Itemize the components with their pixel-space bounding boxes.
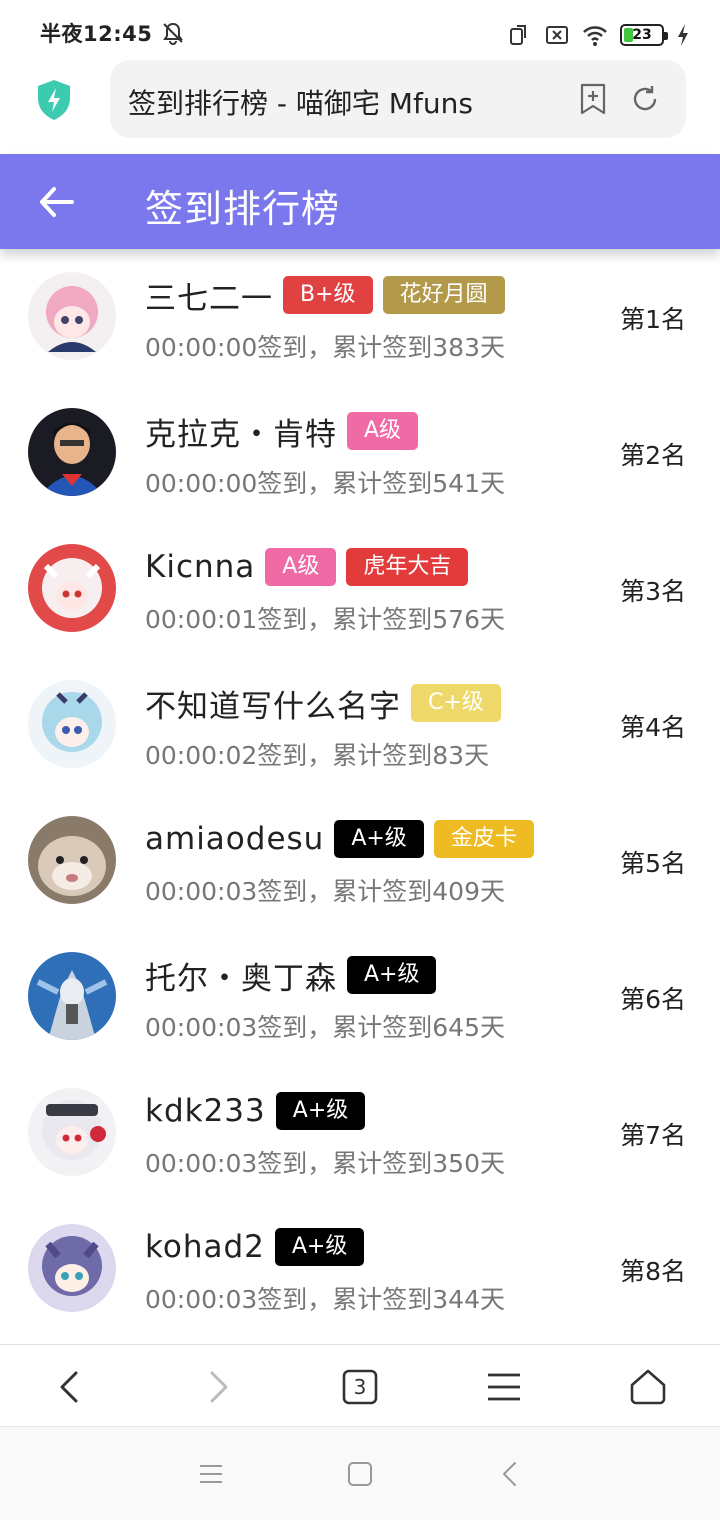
page-title: 签到排行榜 — [145, 187, 341, 231]
avatar[interactable] — [28, 952, 116, 1040]
level-badge: C+级 — [411, 684, 501, 722]
url-field[interactable]: 签到排行榜 - 喵御宅 Mfuns — [110, 60, 686, 138]
list-item[interactable]: Kicnna A级 虎年大吉 00:00:01签到，累计签到576天 第3名 — [0, 522, 720, 658]
name-line: 克拉克・肯特 A级 — [145, 409, 419, 454]
status-icons: 23 — [506, 20, 690, 50]
user-name[interactable]: amiaodesu — [145, 821, 324, 857]
status-time: 半夜12:45 — [40, 22, 153, 46]
charging-icon — [678, 24, 688, 46]
battery-level: 23 — [632, 27, 652, 43]
chevron-right-icon[interactable] — [196, 1365, 240, 1409]
user-name[interactable]: Kicnna — [145, 549, 255, 585]
system-navigation-bar — [0, 1427, 720, 1520]
browser-toolbar: 3 — [0, 1344, 720, 1426]
name-line: kdk233 A+级 — [145, 1090, 366, 1132]
muted-bell-icon — [163, 22, 183, 45]
rank-label: 第5名 — [620, 849, 686, 878]
user-name[interactable]: 克拉克・肯特 — [145, 409, 337, 454]
tabs-icon[interactable]: 3 — [338, 1365, 382, 1409]
title-badge: 花好月圆 — [382, 276, 505, 314]
level-badge: A+级 — [274, 1228, 365, 1266]
name-line: 不知道写什么名字 C+级 — [145, 681, 501, 726]
avatar[interactable] — [28, 408, 116, 496]
home-square-icon[interactable] — [345, 1459, 375, 1489]
user-name[interactable]: kohad2 — [145, 1229, 265, 1265]
avatar[interactable] — [28, 680, 116, 768]
security-shield-icon[interactable] — [34, 78, 74, 122]
recent-apps-icon[interactable] — [196, 1459, 226, 1489]
ranking-list: 三七二一 B+级 花好月圆 00:00:00签到，累计签到383天 第1名 克拉… — [0, 250, 720, 1344]
level-badge: A+级 — [347, 956, 437, 994]
list-item[interactable]: 克拉克・肯特 A级 00:00:00签到，累计签到541天 第2名 — [0, 386, 720, 522]
user-name[interactable]: 不知道写什么名字 — [145, 681, 401, 726]
name-line: kohad2 A+级 — [145, 1226, 365, 1268]
battery-icon: 23 — [620, 24, 668, 46]
rank-label: 第8名 — [620, 1257, 686, 1286]
level-badge: B+级 — [283, 276, 373, 314]
refresh-icon[interactable] — [628, 82, 662, 116]
name-line: Kicnna A级 虎年大吉 — [145, 546, 469, 588]
back-triangle-icon[interactable] — [496, 1459, 526, 1489]
chevron-left-icon[interactable] — [48, 1365, 92, 1409]
list-item[interactable]: 托尔・奥丁森 A+级 00:00:03签到，累计签到645天 第6名 — [0, 930, 720, 1066]
no-sim-icon — [546, 26, 568, 44]
list-item[interactable]: kohad2 A+级 00:00:03签到，累计签到344天 第8名 — [0, 1202, 720, 1338]
name-line: 三七二一 B+级 花好月圆 — [145, 273, 505, 318]
level-badge: A+级 — [275, 1092, 366, 1130]
user-name[interactable]: 三七二一 — [145, 273, 273, 318]
user-name[interactable]: 托尔・奥丁森 — [145, 953, 337, 998]
name-line: amiaodesu A+级 金皮卡 — [145, 818, 534, 860]
checkin-info: 00:00:03签到，累计签到350天 — [145, 1149, 505, 1178]
checkin-info: 00:00:01签到，累计签到576天 — [145, 605, 505, 634]
list-item[interactable]: amiaodesu A+级 金皮卡 00:00:03签到，累计签到409天 第5… — [0, 794, 720, 930]
rank-label: 第4名 — [620, 713, 686, 742]
home-icon[interactable] — [626, 1365, 670, 1409]
rank-label: 第3名 — [620, 577, 686, 606]
checkin-info: 00:00:02签到，累计签到83天 — [145, 741, 490, 770]
rank-label: 第2名 — [620, 441, 686, 470]
rank-label: 第6名 — [620, 985, 686, 1014]
title-badge: 虎年大吉 — [346, 548, 469, 586]
list-item[interactable]: 三七二一 B+级 花好月圆 00:00:00签到，累计签到383天 第1名 — [0, 250, 720, 386]
wifi-icon — [583, 26, 607, 46]
rank-label: 第7名 — [620, 1121, 686, 1150]
level-badge: A级 — [265, 548, 337, 586]
avatar[interactable] — [28, 816, 116, 904]
checkin-info: 00:00:00签到，累计签到541天 — [145, 469, 505, 498]
user-name[interactable]: kdk233 — [145, 1093, 266, 1129]
tab-count: 3 — [353, 1375, 367, 1399]
arrow-left-icon[interactable] — [36, 182, 76, 222]
checkin-info: 00:00:03签到，累计签到344天 — [145, 1285, 505, 1314]
level-badge: A+级 — [334, 820, 424, 858]
avatar[interactable] — [28, 272, 116, 360]
status-bar: 半夜12:45 23 — [0, 0, 720, 56]
url-title: 签到排行榜 - 喵御宅 Mfuns — [128, 87, 473, 120]
screen-rotate-icon — [510, 25, 526, 45]
checkin-info: 00:00:03签到，累计签到645天 — [145, 1013, 505, 1042]
checkin-info: 00:00:00签到，累计签到383天 — [145, 333, 505, 362]
list-item[interactable]: 不知道写什么名字 C+级 00:00:02签到，累计签到83天 第4名 — [0, 658, 720, 794]
avatar[interactable] — [28, 544, 116, 632]
avatar[interactable] — [28, 1224, 116, 1312]
bookmark-add-icon[interactable] — [576, 82, 610, 116]
level-badge: A级 — [347, 412, 419, 450]
checkin-info: 00:00:03签到，累计签到409天 — [145, 877, 505, 906]
browser-address-bar: 签到排行榜 - 喵御宅 Mfuns — [0, 56, 720, 152]
title-badge: 金皮卡 — [433, 820, 534, 858]
list-item[interactable]: kdk233 A+级 00:00:03签到，累计签到350天 第7名 — [0, 1066, 720, 1202]
app-header: 签到排行榜 — [0, 154, 720, 249]
avatar[interactable] — [28, 1088, 116, 1176]
name-line: 托尔・奥丁森 A+级 — [145, 953, 437, 998]
rank-label: 第1名 — [620, 305, 686, 334]
menu-icon[interactable] — [482, 1365, 526, 1409]
